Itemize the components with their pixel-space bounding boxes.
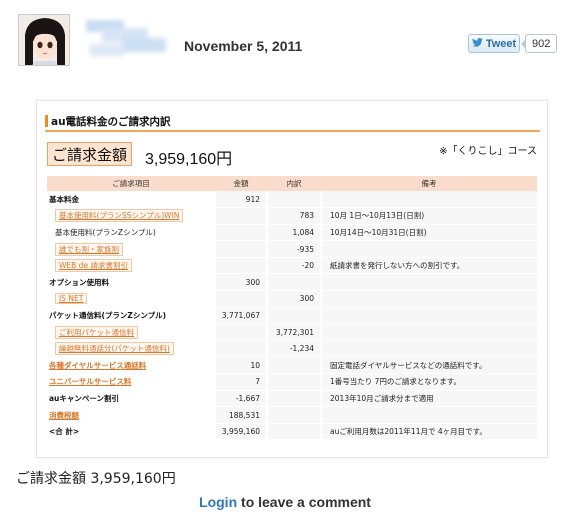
table-row: ユニバーサルサービス料 7 1番号当たり 7円のご請求となります。: [47, 373, 537, 391]
tweet-count: 902: [520, 34, 558, 53]
table-row: 繰越無料通話分(パケット通信料) -1,234: [47, 340, 537, 358]
table-row: 基本料金 912: [47, 191, 537, 209]
table-row: ご利用パケット通信料 3,772,301: [47, 323, 537, 341]
item-label: <合 計>: [47, 423, 215, 441]
note-cell: 固定電話ダイヤルサービスなどの通話料です。: [320, 356, 537, 375]
detail-cell: 1,084: [266, 224, 321, 242]
detail-cell: [266, 307, 321, 325]
note-cell: [320, 240, 537, 258]
item-link[interactable]: ユニバーサルサービス料: [49, 377, 131, 386]
detail-cell: 783: [266, 207, 321, 225]
table-row: オプション使用料 300: [47, 273, 537, 292]
detail-cell: [266, 356, 321, 375]
item-label: 基本使用料(プランZシンプル): [47, 224, 215, 242]
detail-cell: -1,234: [266, 340, 321, 358]
item-label: パケット通信料(プランZシンプル): [47, 307, 215, 325]
amount-cell: -1,667: [214, 390, 267, 408]
post-caption: ご請求金額 3,959,160円: [16, 471, 176, 487]
amount-cell: 7: [214, 373, 267, 391]
author-name-blurred: [82, 18, 174, 62]
title-accent: [45, 115, 48, 127]
item-link[interactable]: 各種ダイヤルサービス通話料: [49, 361, 146, 370]
amount-cell: [214, 290, 267, 308]
item-link[interactable]: 消費税額: [49, 411, 79, 420]
item-link[interactable]: ご利用パケット通信料: [55, 325, 138, 339]
detail-cell: [266, 406, 321, 424]
amount-cell: 3,771,067: [214, 307, 267, 325]
amount-cell: 188,531: [214, 406, 267, 424]
table-row: 各種ダイヤルサービス通話料 10 固定電話ダイヤルサービスなどの通話料です。: [47, 356, 537, 375]
table-row: 基本使用料(プランSSシンプル)WIN 783 10月 1日〜10月13日(日割…: [47, 207, 537, 225]
title-divider: [45, 130, 540, 132]
detail-cell: [266, 273, 321, 292]
table-row: 基本使用料(プランZシンプル) 1,084 10月14日〜10月31日(日割): [47, 224, 537, 242]
table-header: ご請求項目 金額 内訳 備考: [47, 176, 537, 191]
note-cell: 10月14日〜10月31日(日割): [320, 224, 537, 242]
detail-cell: [266, 373, 321, 391]
item-link[interactable]: 繰越無料通話分(パケット通信料): [55, 342, 174, 356]
item-link[interactable]: IS NET: [55, 293, 88, 305]
note-cell: [320, 273, 537, 292]
bill-document: au電話料金のご請求内訳 ご請求金額 3,959,160円 ※「くりこし」コース…: [36, 100, 548, 458]
column-header: 金額: [215, 176, 267, 191]
column-header: 備考: [321, 176, 537, 191]
table-row: IS NET 300: [47, 290, 537, 308]
amount-cell: [214, 240, 267, 258]
avatar[interactable]: [18, 14, 70, 66]
detail-cell: 3,772,301: [266, 323, 321, 341]
detail-cell: -935: [266, 240, 321, 258]
note-cell: [320, 340, 537, 358]
amount-cell: [214, 323, 267, 341]
bill-title: au電話料金のご請求内訳: [51, 116, 171, 128]
comment-prompt: Login to leave a comment: [0, 494, 570, 510]
amount-cell: [214, 340, 267, 358]
note-cell: [320, 191, 537, 209]
amount-cell: 912: [214, 191, 267, 209]
table-row: <合 計> 3,959,160 auご利用月数は2011年11月で 4ヶ月目です…: [47, 423, 537, 441]
note-cell: 10月 1日〜10月13日(日割): [320, 207, 537, 225]
tweet-button[interactable]: Tweet: [468, 34, 520, 53]
table-row: auキャンペーン割引 -1,667 2013年10月ご請求分まで適用: [47, 390, 537, 408]
detail-cell: [266, 423, 321, 441]
note-cell: auご利用月数は2011年11月で 4ヶ月目です。: [320, 423, 537, 441]
table-row: 消費税額 188,531: [47, 406, 537, 424]
amount-cell: 3,959,160: [214, 423, 267, 441]
item-label: 基本料金: [47, 191, 215, 209]
twitter-bird-icon: [471, 37, 483, 50]
amount-cell: [214, 207, 267, 225]
table-row: WEB de 請求書割引 -20 紙請求書を発行しない方への割引です。: [47, 257, 537, 275]
note-cell: 1番号当たり 7円のご請求となります。: [320, 373, 537, 391]
note-cell: [320, 290, 537, 308]
amount-cell: [214, 224, 267, 242]
note-cell: 紙請求書を発行しない方への割引です。: [320, 257, 537, 275]
detail-cell: -20: [266, 257, 321, 275]
item-link[interactable]: 基本使用料(プランSSシンプル)WIN: [55, 209, 184, 223]
item-label: オプション使用料: [47, 273, 215, 292]
amount-cell: 10: [214, 356, 267, 375]
item-link[interactable]: 誰でも割・家族割: [55, 242, 123, 256]
note-cell: 2013年10月ご請求分まで適用: [320, 390, 537, 408]
detail-cell: [266, 390, 321, 408]
detail-cell: [266, 191, 321, 209]
post-date: November 5, 2011: [184, 38, 303, 54]
amount-cell: [214, 257, 267, 275]
note-cell: [320, 307, 537, 325]
note-cell: [320, 406, 537, 424]
column-header: ご請求項目: [47, 176, 215, 191]
login-link[interactable]: Login: [199, 494, 237, 510]
total-amount: 3,959,160円: [145, 151, 233, 168]
table-row: 誰でも割・家族割 -935: [47, 240, 537, 258]
course-note: ※「くりこし」コース: [439, 146, 537, 157]
total-label: ご請求金額: [47, 142, 133, 166]
note-cell: [320, 323, 537, 341]
detail-cell: 300: [266, 290, 321, 308]
tweet-label: Tweet: [485, 37, 517, 50]
comment-prompt-text: to leave a comment: [237, 494, 371, 510]
bill-table: ご請求項目 金額 内訳 備考 基本料金 912 基本使用料(プランSSシンプル)…: [47, 176, 537, 441]
item-label: auキャンペーン割引: [47, 390, 215, 408]
amount-cell: 300: [214, 273, 267, 292]
column-header: 内訳: [267, 176, 321, 191]
item-link[interactable]: WEB de 請求書割引: [55, 259, 132, 273]
table-row: パケット通信料(プランZシンプル) 3,771,067: [47, 307, 537, 325]
